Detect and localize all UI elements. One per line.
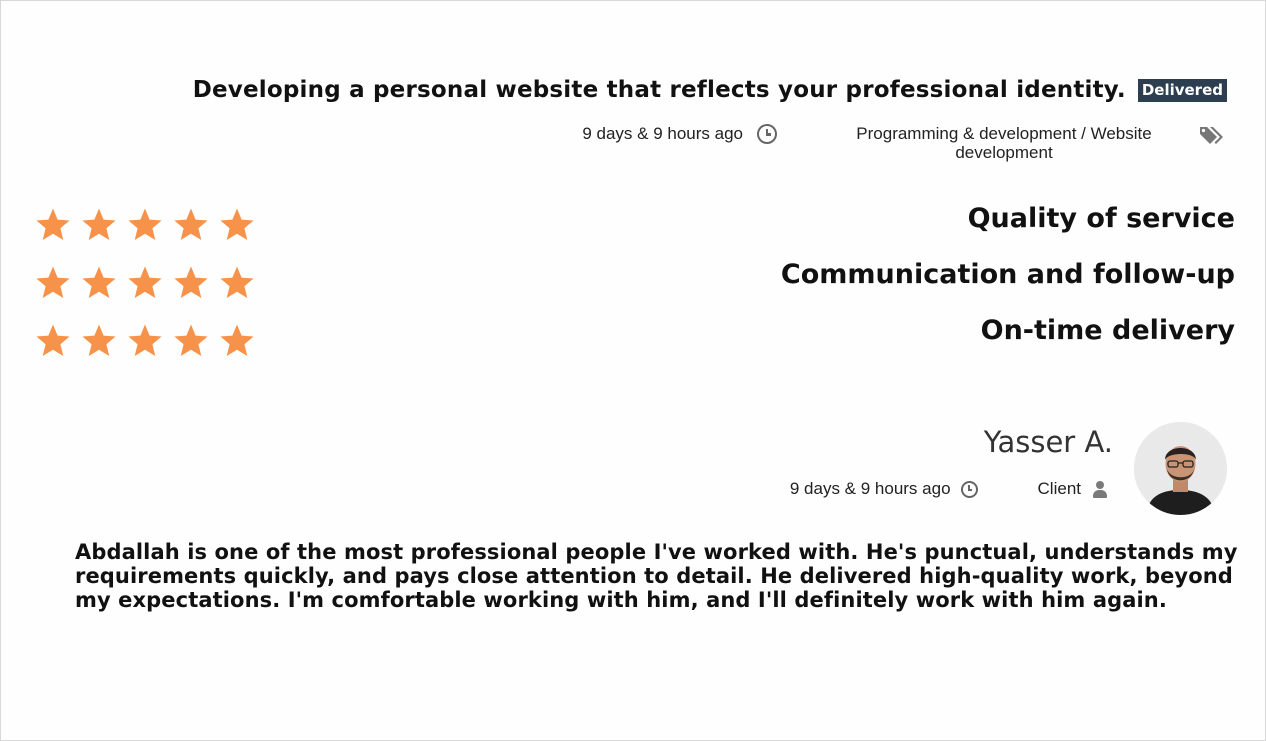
posted-time-text: 9 days & 9 hours ago: [582, 124, 743, 143]
star-icon: [36, 208, 70, 240]
star-icon: [82, 324, 116, 356]
review-time-text: 9 days & 9 hours ago: [789, 479, 951, 498]
category-link[interactable]: Programming & development / Website deve…: [819, 124, 1189, 162]
user-icon: [1093, 480, 1107, 498]
project-header: Developing a personal website that refle…: [193, 77, 1227, 103]
stars-row: [35, 265, 255, 323]
reviewer-meta: 9 days & 9 hours ago Client: [790, 479, 1107, 499]
star-icon: [82, 266, 116, 298]
status-badge: Delivered: [1137, 78, 1227, 102]
reviewer-name[interactable]: Yasser A.: [984, 425, 1113, 459]
star-icon: [128, 324, 162, 356]
avatar-photo: [1134, 422, 1227, 515]
star-icon: [220, 266, 254, 298]
avatar[interactable]: [1134, 422, 1227, 515]
criterion-quality: Quality of service: [967, 203, 1235, 234]
clock-icon: [757, 124, 777, 144]
stars-row: [35, 323, 255, 381]
star-icon: [128, 266, 162, 298]
star-icon: [174, 324, 208, 356]
project-title[interactable]: Developing a personal website that refle…: [193, 77, 1126, 103]
rating-criteria: Quality of service Communication and fol…: [781, 201, 1235, 369]
project-meta: 9 days & 9 hours ago Programming & devel…: [582, 124, 1227, 162]
reviewer-role: Client: [1038, 479, 1107, 499]
stars-row: [35, 207, 255, 265]
criterion-on-time: On-time delivery: [980, 315, 1235, 346]
project-posted-time: 9 days & 9 hours ago: [582, 124, 777, 144]
reviewer-role-text: Client: [1037, 479, 1081, 498]
star-icon: [220, 324, 254, 356]
star-icon: [128, 208, 162, 240]
tags-icon: [1200, 127, 1223, 144]
star-icon: [174, 266, 208, 298]
review-card: Developing a personal website that refle…: [0, 0, 1266, 741]
star-icon: [220, 208, 254, 240]
star-icon: [174, 208, 208, 240]
project-category: Programming & development / Website deve…: [819, 124, 1227, 162]
star-ratings: [35, 207, 255, 381]
clock-icon: [960, 480, 978, 498]
criterion-communication: Communication and follow-up: [780, 259, 1235, 290]
star-icon: [82, 208, 116, 240]
star-icon: [36, 266, 70, 298]
review-time: 9 days & 9 hours ago: [790, 479, 978, 499]
star-icon: [36, 324, 70, 356]
review-text: Abdallah is one of the most professional…: [75, 540, 1238, 612]
